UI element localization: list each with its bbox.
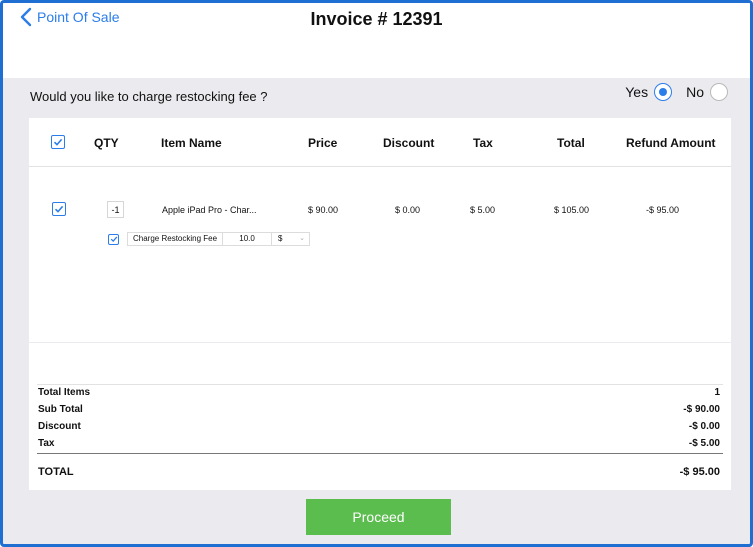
refund-amount-cell: -$ 95.00: [646, 205, 680, 215]
table-row: -1 Apple iPad Pro - Char... $ 90.00 $ 0.…: [29, 198, 731, 222]
no-label: No: [686, 84, 704, 100]
column-header-tax: Tax: [473, 136, 493, 150]
no-radio[interactable]: [710, 83, 728, 101]
yes-radio[interactable]: [654, 83, 673, 101]
app-window: Point Of Sale Invoice # 12391 Would you …: [0, 0, 753, 547]
restocking-fee-label: Charge Restocking Fee: [127, 232, 224, 246]
restocking-fee-unit-select[interactable]: $ ⌄: [272, 232, 311, 246]
item-name-cell: Apple iPad Pro - Char...: [162, 205, 257, 215]
summary-divider: [37, 384, 723, 385]
restocking-fee-checkbox[interactable]: [108, 233, 119, 245]
restocking-fee-row: Charge Restocking Fee 10.0 $ ⌄: [108, 231, 311, 247]
column-header-discount: Discount: [383, 136, 435, 150]
restocking-fee-unit-value: $: [278, 234, 283, 243]
discount-value: -$ 0.00: [688, 421, 720, 432]
chevron-down-icon: ⌄: [299, 235, 306, 242]
sub-total-label: Sub Total: [38, 404, 83, 415]
column-header-qty: QTY: [94, 136, 119, 150]
page-title: Invoice # 12391: [310, 9, 443, 29]
restocking-fee-amount-input[interactable]: 10.0: [223, 232, 273, 246]
total-cell: $ 105.00: [554, 205, 590, 215]
proceed-button[interactable]: Proceed: [306, 499, 451, 535]
column-header-price: Price: [308, 136, 338, 150]
header-bar: Point Of Sale Invoice # 12391: [3, 3, 750, 78]
select-all-checkbox[interactable]: [51, 135, 65, 149]
checkmark-icon: [53, 138, 63, 146]
items-table: QTY Item Name Price Discount Tax Total R…: [29, 118, 731, 342]
column-header-total: Total: [557, 136, 585, 150]
yes-label: Yes: [625, 84, 649, 100]
price-cell: $ 90.00: [308, 205, 339, 215]
sub-total-value: -$ 90.00: [683, 404, 720, 415]
total-items-label: Total Items: [38, 387, 91, 398]
tax-value: -$ 5.00: [688, 438, 720, 449]
qty-input[interactable]: -1: [107, 201, 124, 218]
summary-grand-total: TOTAL -$ 95.00: [38, 466, 720, 478]
total-items-value: 1: [714, 387, 720, 398]
summary-discount: Discount -$ 0.00: [38, 421, 720, 432]
column-header-item-name: Item Name: [161, 136, 222, 150]
column-header-refund-amount: Refund Amount: [626, 136, 716, 150]
restocking-fee-question: Would you like to charge restocking fee …: [30, 89, 268, 104]
grand-total-label: TOTAL: [38, 466, 74, 478]
summary-tax: Tax -$ 5.00: [38, 438, 720, 449]
checkmark-icon: [110, 236, 117, 243]
grand-total-value: -$ 95.00: [679, 466, 720, 478]
row-checkbox[interactable]: [52, 202, 66, 216]
summary-panel: Total Items 1 Sub Total -$ 90.00 Discoun…: [29, 343, 731, 490]
tax-cell: $ 5.00: [470, 205, 496, 215]
restocking-fee-radio-group: Yes No: [625, 83, 728, 101]
tax-label: Tax: [38, 438, 55, 449]
checkmark-icon: [54, 205, 64, 213]
discount-label: Discount: [38, 421, 81, 432]
summary-total-items: Total Items 1: [38, 387, 720, 398]
total-divider: [37, 453, 723, 454]
discount-cell: $ 0.00: [395, 205, 421, 215]
table-header: QTY Item Name Price Discount Tax Total R…: [29, 118, 731, 167]
summary-sub-total: Sub Total -$ 90.00: [38, 404, 720, 415]
